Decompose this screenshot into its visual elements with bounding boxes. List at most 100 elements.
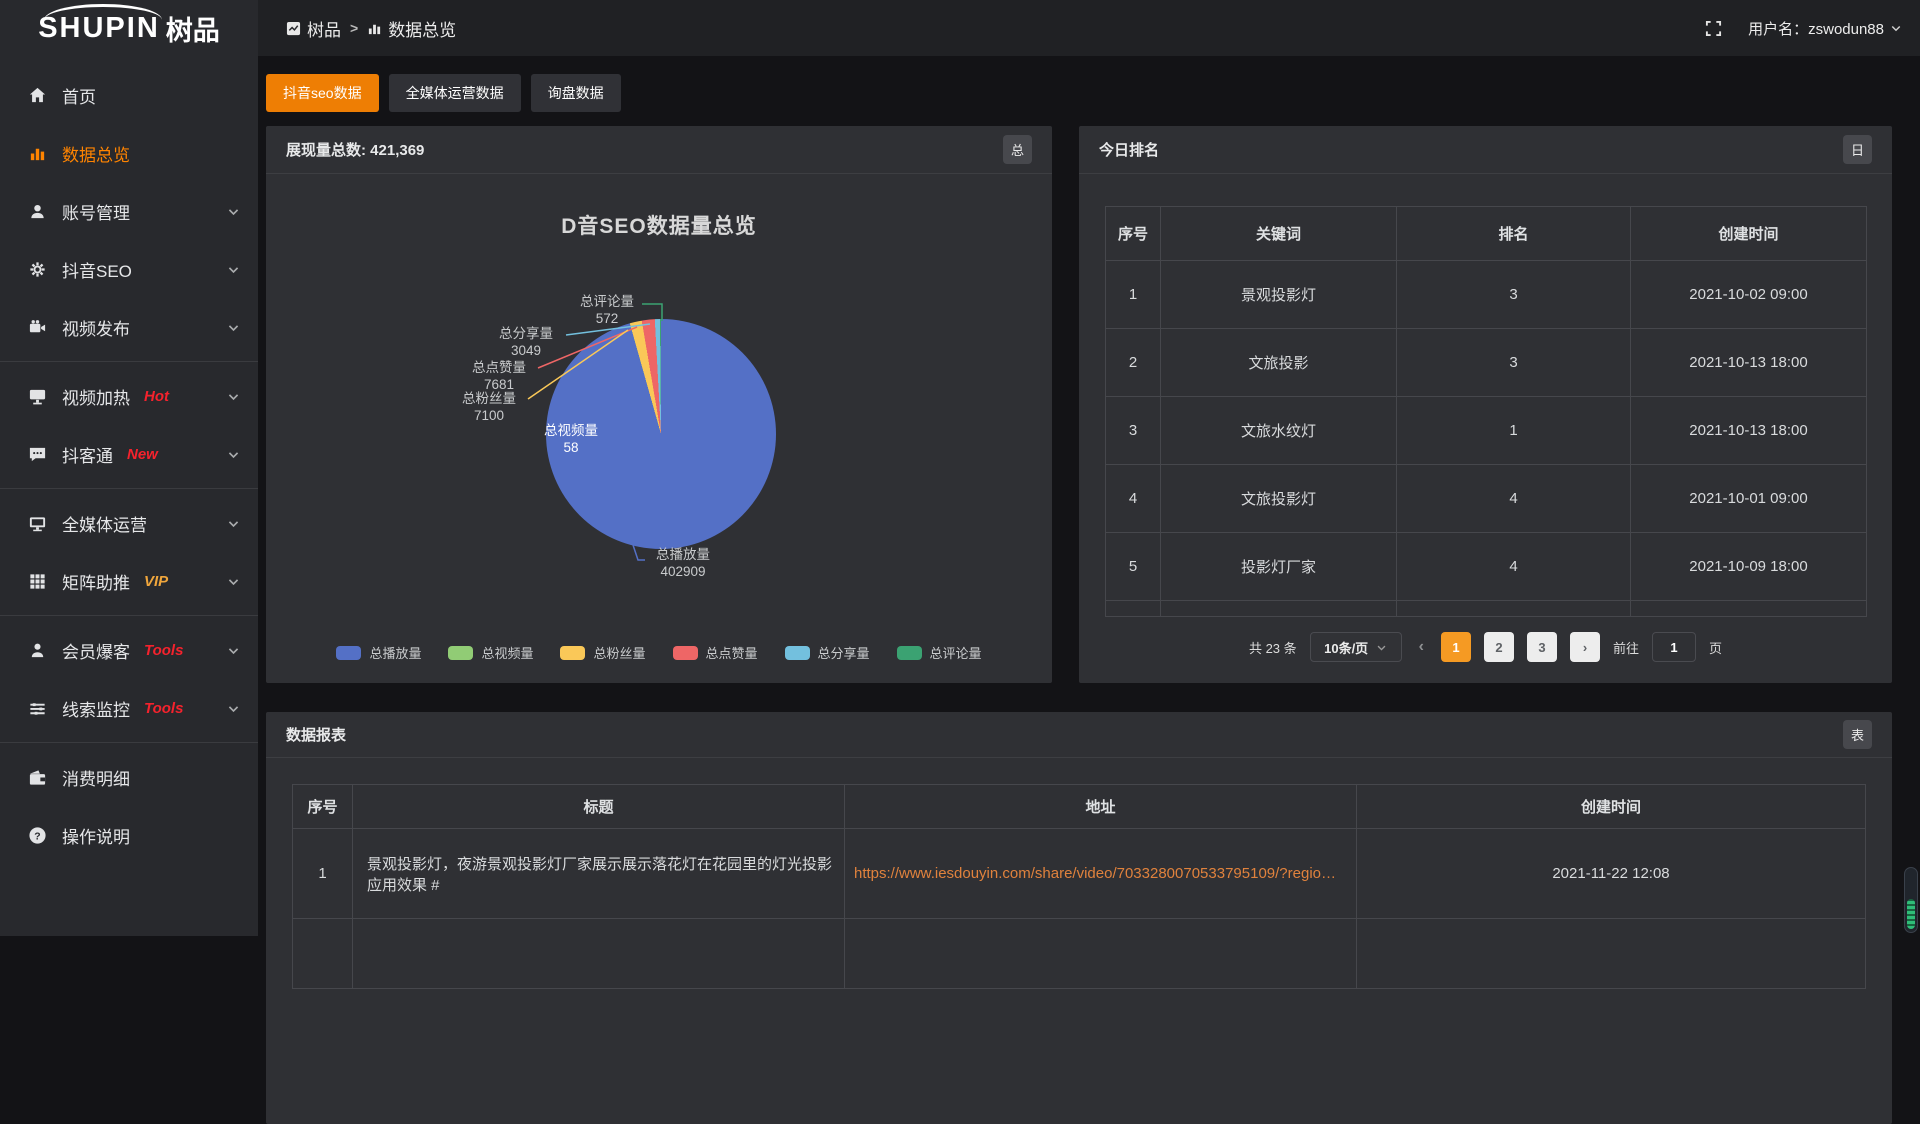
- report-panel-title: 数据报表: [286, 724, 346, 745]
- legend-item-videos[interactable]: 总视频量: [448, 643, 533, 662]
- pie-label-likes: 总点赞量 7681: [462, 359, 536, 393]
- breadcrumb-current[interactable]: 数据总览: [367, 16, 456, 41]
- breadcrumb-root[interactable]: 树品: [286, 16, 341, 41]
- chevron-down-icon: [227, 702, 240, 715]
- chat-icon: [27, 445, 47, 464]
- breadcrumb-separator: >: [350, 20, 358, 36]
- chevron-down-icon: [227, 321, 240, 334]
- legend-swatch: [560, 646, 585, 660]
- sidebar-item-matrix-boost[interactable]: 矩阵助推 VIP: [0, 552, 258, 610]
- pie-label-name: 总点赞量: [472, 360, 526, 375]
- goto-page-input[interactable]: [1652, 632, 1696, 662]
- report-table: 序号 标题 地址 创建时间 1 景观投影灯，夜游景观投影灯厂家展示展示落花灯在花…: [292, 784, 1866, 989]
- cell-index: 3: [1106, 397, 1161, 465]
- column-header-rank: 排名: [1397, 207, 1631, 261]
- sidebar-item-omnimedia[interactable]: 全媒体运营: [0, 494, 258, 552]
- page-button-2[interactable]: 2: [1484, 632, 1514, 662]
- sidebar-item-home[interactable]: 首页: [0, 66, 258, 124]
- column-header-index: 序号: [293, 785, 353, 829]
- pie-chart-title: D音SEO数据量总览: [266, 210, 1052, 240]
- page-button-1[interactable]: 1: [1441, 632, 1471, 662]
- cell-title: 景观投影灯，夜游景观投影灯厂家展示展示落花灯在花园里的灯光投影应用效果 #: [353, 829, 845, 919]
- legend-item-plays[interactable]: 总播放量: [336, 643, 421, 662]
- legend-item-comments[interactable]: 总评论量: [897, 643, 982, 662]
- legend-label: 总评论量: [930, 643, 982, 662]
- sidebar-item-label: 视频加热: [62, 384, 130, 409]
- breadcrumb: 树品 > 数据总览: [286, 16, 456, 41]
- sidebar-item-label: 线索监控: [62, 696, 130, 721]
- ranking-panel: 今日排名 日 序号 关键词 排名 创建时间: [1079, 126, 1892, 683]
- pagination: 共 23 条 10条/页 ‹ 1 2 3 › 前往 页: [1079, 632, 1892, 662]
- sidebar-divider: [0, 742, 258, 743]
- table-row: 5 投影灯厂家 4 2021-10-09 18:00: [1106, 533, 1867, 601]
- sidebar-item-label: 会员爆客: [62, 638, 130, 663]
- pie-label-shares: 总分享量 3049: [489, 325, 563, 359]
- table-row: 4 文旅投影灯 4 2021-10-01 09:00: [1106, 465, 1867, 533]
- sidebar-item-label: 视频发布: [62, 315, 130, 340]
- svg-text:?: ?: [34, 831, 40, 842]
- chevron-down-icon: [227, 517, 240, 530]
- legend-item-likes[interactable]: 总点赞量: [673, 643, 758, 662]
- cell-index: 4: [1106, 465, 1161, 533]
- column-header-keyword: 关键词: [1161, 207, 1397, 261]
- cell-keyword: 文旅投影灯: [1161, 465, 1397, 533]
- tab-inquiry-data[interactable]: 询盘数据: [531, 74, 621, 112]
- cell-created: 2021-11-22 12:08: [1357, 829, 1866, 919]
- sidebar-item-lead-monitor[interactable]: 线索监控 Tools: [0, 679, 258, 737]
- sidebar-item-douyin-seo[interactable]: 抖音SEO: [0, 240, 258, 298]
- wallet-icon: [27, 768, 47, 787]
- cell-index: 1: [293, 829, 353, 919]
- pie-label-comments: 总评论量 572: [570, 293, 644, 327]
- sidebar-item-douketong[interactable]: 抖客通 New: [0, 425, 258, 483]
- logo-arc: [44, 4, 162, 20]
- sidebar-item-video-publish[interactable]: 视频发布: [0, 298, 258, 356]
- cell-rank: 3: [1397, 261, 1631, 329]
- legend-swatch: [448, 646, 473, 660]
- sidebar-item-label: 矩阵助推: [62, 569, 130, 594]
- sidebar-item-help[interactable]: ? 操作说明: [0, 806, 258, 864]
- tab-douyin-seo[interactable]: 抖音seo数据: [266, 74, 379, 112]
- table-row: 1 景观投影灯，夜游景观投影灯厂家展示展示落花灯在花园里的灯光投影应用效果 # …: [293, 829, 1866, 919]
- prev-page-button[interactable]: ‹: [1415, 638, 1428, 656]
- cell-keyword: 文旅投影: [1161, 329, 1397, 397]
- sidebar-item-data-overview[interactable]: 数据总览: [0, 124, 258, 182]
- sidebar-item-account[interactable]: 账号管理: [0, 182, 258, 240]
- legend-swatch: [785, 646, 810, 660]
- cell-rank: 4: [1397, 465, 1631, 533]
- sidebar-item-label: 抖客通: [62, 442, 113, 467]
- legend-item-fans[interactable]: 总粉丝量: [560, 643, 645, 662]
- page-size-select[interactable]: 10条/页: [1310, 632, 1402, 662]
- next-page-button[interactable]: ›: [1570, 632, 1600, 662]
- ranking-corner-button[interactable]: 日: [1843, 135, 1872, 164]
- report-corner-button[interactable]: 表: [1843, 720, 1872, 749]
- ranking-panel-title: 今日排名: [1099, 139, 1159, 160]
- legend-item-shares[interactable]: 总分享量: [785, 643, 870, 662]
- pie-label-plays: 总播放量 402909: [646, 546, 720, 580]
- scrollbar-thumb[interactable]: [1907, 899, 1915, 929]
- new-badge: New: [127, 446, 158, 463]
- tab-omnimedia-data[interactable]: 全媒体运营数据: [389, 74, 521, 112]
- pie-label-videos: 总视频量 58: [534, 422, 608, 456]
- pie-label-fans: 总粉丝量 7100: [452, 390, 526, 424]
- tools-badge: Tools: [144, 700, 183, 717]
- page-button-3[interactable]: 3: [1527, 632, 1557, 662]
- cell-created: 2021-10-09 18:00: [1631, 533, 1867, 601]
- table-header-row: 序号 标题 地址 创建时间: [293, 785, 1866, 829]
- legend-label: 总分享量: [818, 643, 870, 662]
- overview-corner-button[interactable]: 总: [1003, 135, 1032, 164]
- custom-scrollbar: [1904, 867, 1918, 933]
- cell-index: 1: [1106, 261, 1161, 329]
- logo[interactable]: SHUPIN 树品: [0, 0, 258, 56]
- pie-label-name: 总评论量: [580, 294, 634, 309]
- topbar-right: 用户名：zswodun88: [1705, 18, 1920, 39]
- sidebar-item-member-burst[interactable]: 会员爆客 Tools: [0, 621, 258, 679]
- video-link[interactable]: https://www.iesdouyin.com/share/video/70…: [854, 865, 1336, 882]
- home-icon: [27, 86, 47, 105]
- fullscreen-icon[interactable]: [1705, 20, 1722, 37]
- sidebar-item-consumption[interactable]: 消费明细: [0, 748, 258, 806]
- user-menu[interactable]: 用户名：zswodun88: [1748, 18, 1902, 39]
- legend-swatch: [897, 646, 922, 660]
- sidebar-item-video-heat[interactable]: 视频加热 Hot: [0, 367, 258, 425]
- data-tabs: 抖音seo数据 全媒体运营数据 询盘数据: [266, 74, 1892, 112]
- sidebar-item-label: 数据总览: [62, 141, 130, 166]
